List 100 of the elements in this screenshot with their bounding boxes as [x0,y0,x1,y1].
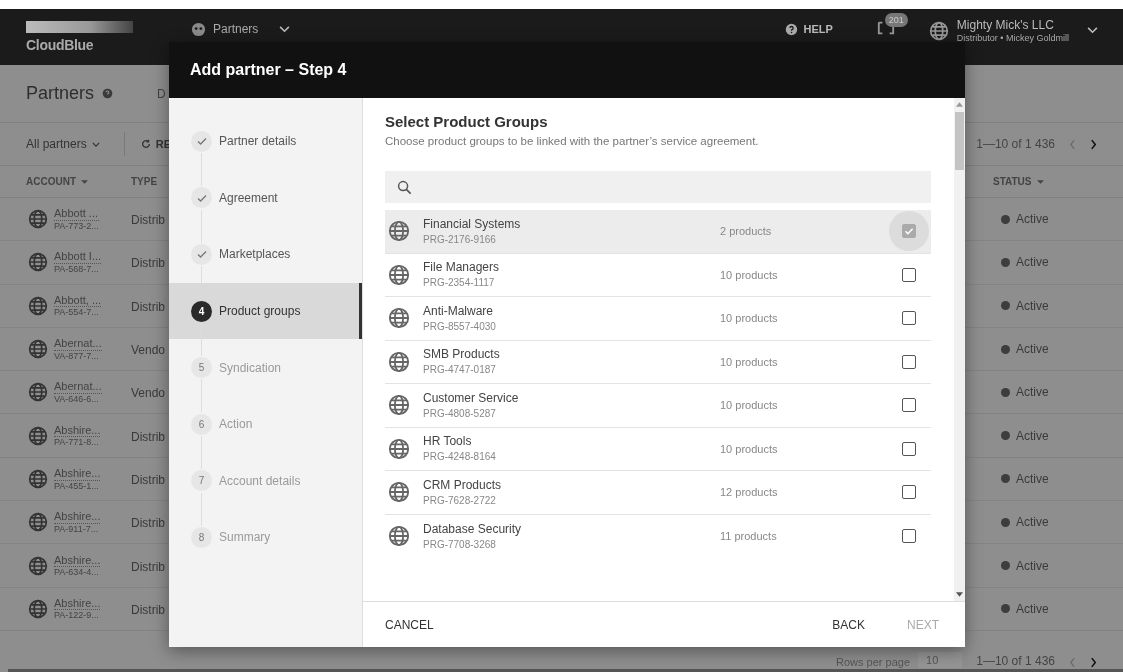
status-text: Active [1016,601,1049,616]
checkbox[interactable] [902,398,916,413]
status-text: Active [1016,558,1049,573]
chevron-icon[interactable] [1087,27,1098,35]
status-text: Active [1016,385,1049,400]
step-item[interactable]: 4 Product groups [169,282,362,340]
group-code: PRG-2354-1117 [423,276,496,290]
column-header[interactable]: ACCOUNT [26,176,76,187]
account-link[interactable]: Abbott I... [54,250,102,265]
step-item[interactable]: 5 Syndication [169,339,362,396]
search-icon [397,179,412,195]
step-item[interactable]: 8 Summary [169,509,362,566]
help-button[interactable]: HELP [779,21,839,37]
checkmark-icon [195,248,208,261]
column-header[interactable]: TYPE [131,176,158,187]
product-count: 10 products [720,442,779,455]
account-link[interactable]: Abshire... [54,596,101,611]
globe-icon [388,481,410,504]
product-count: 10 products [720,399,779,412]
search-field[interactable] [385,171,931,203]
pagination-range: 1—10 of 1 436 [976,137,1055,151]
rows-per-page-select[interactable]: 10 [918,651,963,668]
account-link[interactable]: Abernat... [54,337,102,351]
sort-caret-icon[interactable] [1036,179,1044,184]
product-group-row[interactable]: HR Tools PRG-4248-8164 10 products [385,427,931,471]
sort-caret-icon[interactable] [81,179,88,184]
logo: CloudBlue [26,37,95,53]
step-item[interactable]: 6 Action [169,395,362,453]
section-description: Choose product groups to be linked with the partner’s service agreement. [385,135,760,147]
account-link[interactable]: Abbott, ... [54,293,102,308]
product-group-row[interactable]: File Managers PRG-2354-1117 10 products [385,253,931,297]
page-tab[interactable]: D [157,86,166,101]
vertical-scrollbar[interactable] [954,98,965,601]
account-link[interactable]: Abshire... [54,466,101,481]
account-id: PA-773-2... [54,220,99,232]
status-dot [1001,604,1010,614]
nav-menu[interactable]: Partners [191,21,291,37]
account-id: VA-646-6... [54,394,100,405]
account-link[interactable]: Abshire... [54,553,101,568]
checkbox[interactable] [902,485,916,500]
product-count: 10 products [720,312,779,325]
product-group-row[interactable]: Financial Systems PRG-2176-9166 2 products [385,210,931,254]
product-count: 10 products [720,268,779,281]
status-dot [1001,214,1010,224]
column-header[interactable]: STATUS [993,176,1032,187]
help-icon[interactable] [102,88,114,99]
caret-icon [91,141,100,147]
footer-button[interactable]: BACK [820,609,877,640]
step-item[interactable]: Partner details [169,113,362,170]
account-id: PA-455-1... [54,480,100,491]
account-link[interactable]: Abshire... [54,510,101,524]
logo-bar-icon [26,21,133,33]
step-item[interactable]: Marketplaces [169,226,362,283]
checkbox[interactable] [902,224,916,239]
checkbox[interactable] [902,311,916,326]
status-dot [1001,387,1010,397]
next-page-icon[interactable] [1090,656,1097,668]
globe-icon [28,512,48,533]
checkbox[interactable] [902,529,916,544]
product-group-row[interactable]: Database Security PRG-7708-3268 11 products [385,514,931,558]
checkbox[interactable] [902,354,916,369]
footer-button[interactable]: CANCEL [373,609,446,640]
table-cell: Distrib [131,559,165,574]
globe-icon [28,339,48,360]
globe-icon [28,468,48,489]
product-count: 2 products [720,225,773,238]
globe-icon [388,263,410,286]
status-dot [1001,344,1010,354]
product-group-row[interactable]: SMB Products PRG-4747-0187 10 products [385,340,931,384]
group-name: HR Tools [423,434,473,451]
globe-icon [28,382,48,403]
scrollbar-thumb[interactable] [955,112,964,170]
product-group-row[interactable]: CRM Products PRG-7628-2722 12 products [385,471,931,515]
status-dot [1001,517,1010,527]
next-page-icon[interactable] [1090,138,1097,150]
status-text: Active [1016,298,1049,313]
account-name: Mighty Mick's LLC [956,18,1055,33]
globe-icon [28,209,48,230]
checkbox[interactable] [902,441,916,456]
horizontal-scrollbar[interactable] [8,668,1123,672]
globe-icon [388,394,410,417]
globe-icon [28,598,48,619]
scroll-down-icon[interactable] [956,592,963,597]
account-id: PA-771-8... [54,437,100,448]
filter-dropdown[interactable]: All partners [26,137,100,151]
group-name: File Managers [423,260,501,277]
step-item[interactable]: 7 Account details [169,452,362,510]
globe-icon [28,295,48,316]
product-group-row[interactable]: Customer Service PRG-4808-5287 10 products [385,384,931,428]
checkbox[interactable] [902,267,916,282]
product-group-row[interactable]: Anti-Malware PRG-8557-4030 10 products [385,297,931,341]
product-count: 12 products [720,486,779,499]
status-text: Active [1016,255,1049,270]
table-cell: Distrib [131,299,165,314]
account-link[interactable]: Abernat... [54,380,102,394]
account-id: VA-877-7... [54,350,100,362]
account-link[interactable]: Abshire... [54,423,101,438]
step-item[interactable]: Agreement [169,169,362,227]
account-link[interactable]: Abbott ... [54,207,99,221]
status-text: Active [1016,428,1049,443]
